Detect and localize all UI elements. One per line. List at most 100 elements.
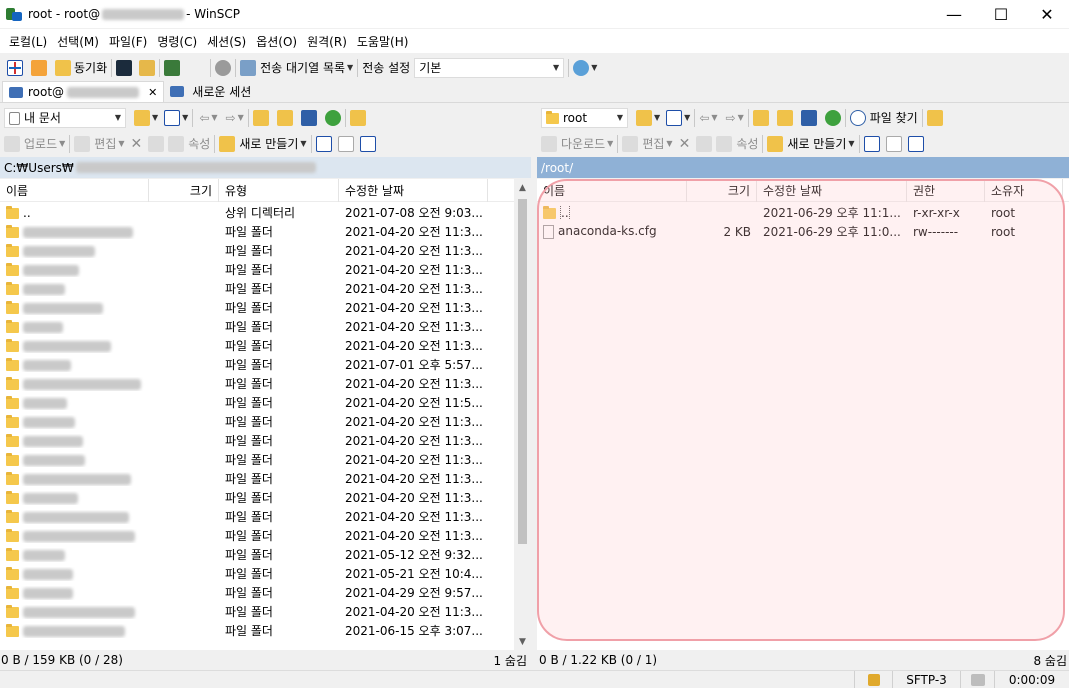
table-row[interactable]: 파일 폴더 2021-04-20 오전 11:3... (0, 222, 531, 241)
tree-icon[interactable] (926, 109, 943, 126)
table-row[interactable]: 파일 폴더 2021-04-20 오전 11:3... (0, 488, 531, 507)
filter-select-icon[interactable] (907, 135, 924, 152)
synchronize-browse-icon[interactable] (31, 59, 47, 76)
queue-icon[interactable] (240, 59, 257, 76)
tab-new-session[interactable]: 새로운 세션 (164, 81, 257, 102)
terminal-icon[interactable] (116, 59, 133, 76)
new-folder-icon[interactable] (767, 135, 784, 152)
preferences-gear-icon[interactable] (215, 59, 232, 76)
home-icon[interactable] (300, 109, 317, 126)
transfer-preset-select[interactable]: 기본 ▼ (414, 57, 565, 78)
new-label[interactable]: 새로 만들기 (787, 135, 846, 152)
table-row[interactable]: 파일 폴더 2021-05-21 오전 10:4... (0, 564, 531, 583)
refresh-session-icon[interactable] (164, 59, 181, 76)
unselect-icon[interactable] (885, 135, 902, 152)
maximize-button[interactable]: ☐ (978, 0, 1024, 28)
local-path-bar[interactable]: C:₩Users₩ (0, 157, 531, 178)
col-modified[interactable]: 수정한 날짜 (757, 179, 907, 202)
select-all-icon[interactable] (863, 135, 880, 152)
edit-icon[interactable] (74, 135, 91, 152)
menu-local[interactable]: 로컬(L) (4, 33, 52, 50)
table-row[interactable]: 파일 폴더 2021-04-20 오전 11:3... (0, 602, 531, 621)
edit-label[interactable]: 편집 (642, 135, 664, 152)
menu-session[interactable]: 세션(S) (202, 33, 251, 50)
queue-label[interactable]: 전송 대기열 목록 (260, 59, 345, 76)
select-all-icon[interactable] (315, 135, 332, 152)
col-size[interactable]: 크기 (149, 179, 219, 202)
rename-icon[interactable] (696, 135, 713, 152)
table-row[interactable]: 파일 폴더 2021-07-01 오후 5:57... (0, 355, 531, 374)
find-files-icon[interactable] (849, 109, 866, 126)
sync-icon[interactable] (55, 59, 71, 76)
download-icon[interactable] (541, 135, 557, 152)
open-folder-icon[interactable] (134, 109, 150, 126)
filter-icon[interactable] (666, 109, 683, 126)
remote-path-bar[interactable]: /root/ (537, 157, 1069, 178)
col-name[interactable]: 이름 ^ (0, 179, 149, 202)
globe-dropdown-arrow[interactable]: ▼ (591, 63, 597, 72)
forward-icon[interactable]: ⇨ (726, 111, 736, 125)
menu-commands[interactable]: 명령(C) (152, 33, 202, 50)
back-icon[interactable]: ⇦ (699, 111, 709, 125)
properties-label[interactable]: 속성 (188, 135, 210, 152)
table-row[interactable]: 파일 폴더 2021-04-20 오전 11:3... (0, 260, 531, 279)
sync-label[interactable]: 동기화 (74, 59, 107, 76)
close-tab-icon[interactable]: ✕ (148, 86, 157, 99)
putty-icon[interactable] (139, 59, 156, 76)
delete-icon[interactable]: ✕ (679, 136, 691, 152)
refresh-icon[interactable] (824, 109, 841, 126)
col-owner[interactable]: 소유자 (985, 179, 1063, 202)
table-row[interactable]: 파일 폴더 2021-04-20 오전 11:3... (0, 469, 531, 488)
root-dir-icon[interactable] (276, 109, 293, 126)
minimize-button[interactable]: — (931, 0, 977, 28)
table-row[interactable]: 파일 폴더 2021-05-12 오전 9:32... (0, 545, 531, 564)
menu-files[interactable]: 파일(F) (104, 33, 152, 50)
filter-icon[interactable] (164, 109, 181, 126)
root-dir-icon[interactable] (776, 109, 793, 126)
properties-icon[interactable] (716, 135, 733, 152)
open-folder-icon[interactable] (636, 109, 652, 126)
table-row[interactable]: .. 2021-06-29 오후 11:1... r-xr-xr-x root (537, 203, 1069, 222)
table-row[interactable]: 파일 폴더 2021-04-20 오전 11:3... (0, 431, 531, 450)
download-label[interactable]: 다운로드 (561, 135, 605, 152)
table-row[interactable]: 파일 폴더 2021-06-15 오후 3:07... (0, 621, 531, 640)
edit-label[interactable]: 편집 (94, 135, 116, 152)
table-row[interactable]: 파일 폴더 2021-04-20 오전 11:5... (0, 393, 531, 412)
table-row[interactable]: 파일 폴더 2021-04-20 오전 11:3... (0, 336, 531, 355)
rename-icon[interactable] (148, 135, 165, 152)
col-size[interactable]: 크기 (687, 179, 757, 202)
upload-label[interactable]: 업로드 (24, 135, 57, 152)
menu-options[interactable]: 옵션(O) (251, 33, 302, 50)
forward-icon[interactable]: ⇨ (226, 111, 236, 125)
edit-icon[interactable] (622, 135, 639, 152)
table-row[interactable]: 파일 폴더 2021-04-20 오전 11:3... (0, 241, 531, 260)
home-icon[interactable] (800, 109, 817, 126)
table-row[interactable]: 파일 폴더 2021-04-20 오전 11:3... (0, 374, 531, 393)
local-file-list[interactable]: 이름 ^ 크기 유형 수정한 날짜 .. 상위 디렉터리 2021-07-08 오전 … (0, 179, 531, 650)
new-label[interactable]: 새로 만들기 (239, 135, 298, 152)
tab-session-root[interactable]: root@ ✕ (2, 81, 165, 102)
remote-location-select[interactable]: root ▼ (541, 107, 628, 128)
find-files-label[interactable]: 파일 찾기 (870, 109, 918, 126)
scroll-thumb[interactable] (518, 199, 527, 544)
table-row[interactable]: .. 상위 디렉터리 2021-07-08 오전 9:03... (0, 203, 531, 222)
col-rights[interactable]: 권한 (907, 179, 985, 202)
col-modified[interactable]: 수정한 날짜 (339, 179, 488, 202)
table-row[interactable]: 파일 폴더 2021-04-29 오전 9:57... (0, 583, 531, 602)
table-row[interactable]: 파일 폴더 2021-04-20 오전 11:3... (0, 450, 531, 469)
refresh-icon[interactable] (324, 109, 341, 126)
tree-icon[interactable] (349, 109, 366, 126)
col-type[interactable]: 유형 (219, 179, 339, 202)
parent-dir-icon[interactable] (252, 109, 269, 126)
table-row[interactable]: 파일 폴더 2021-04-20 오전 11:3... (0, 507, 531, 526)
table-row[interactable]: 파일 폴더 2021-04-20 오전 11:3... (0, 526, 531, 545)
local-location-select[interactable]: 내 문서 ▼ (4, 107, 126, 128)
menu-remote[interactable]: 원격(R) (302, 33, 352, 50)
table-row[interactable]: 파일 폴더 2021-04-20 오전 11:3... (0, 279, 531, 298)
upload-icon[interactable] (4, 135, 20, 152)
remote-file-list[interactable]: 이름 ^ 크기 수정한 날짜 권한 소유자 .. 2021-06-29 오후 11:… (537, 179, 1069, 650)
menu-mark[interactable]: 선택(M) (52, 33, 104, 50)
table-row[interactable]: 파일 폴더 2021-04-20 오전 11:3... (0, 412, 531, 431)
new-folder-icon[interactable] (219, 135, 236, 152)
unselect-icon[interactable] (337, 135, 354, 152)
